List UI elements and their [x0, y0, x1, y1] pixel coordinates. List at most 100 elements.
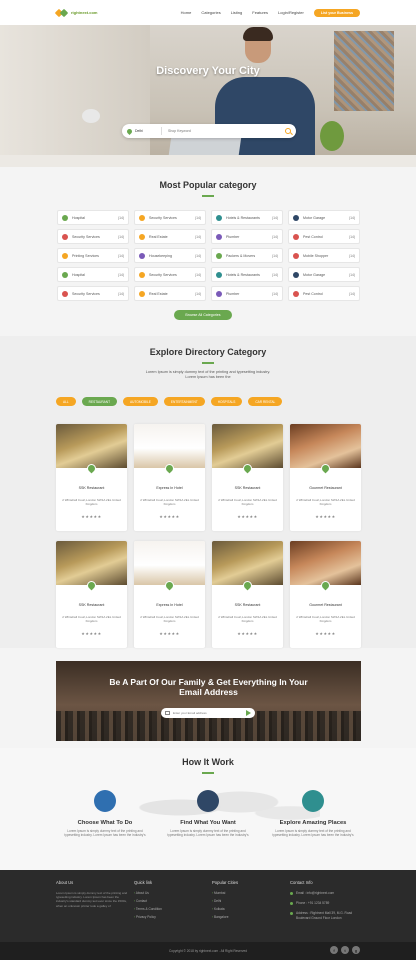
listing-image[interactable] — [134, 541, 205, 585]
footer-city-link[interactable]: Mumbai — [212, 891, 284, 895]
category-icon — [62, 290, 68, 297]
footer-about-text: Lorem Ipsum is simply dummy text of the … — [56, 891, 128, 908]
listing-address: 2 Whitehall Court,London SW1A 2EL United… — [62, 498, 121, 506]
keyword-search-input[interactable] — [168, 129, 285, 133]
nav-listing[interactable]: Listing — [231, 10, 243, 15]
footer-link-terms[interactable]: Terms & Condition — [134, 907, 206, 911]
listing-name[interactable]: SSK Restaurant — [212, 486, 283, 490]
listing-card[interactable]: Express In Hotel 2 Whitehall Court,London… — [134, 424, 205, 531]
category-item[interactable]: Security Services (14) — [57, 286, 129, 301]
listing-card[interactable]: Express In Hotel 2 Whitehall Court,London… — [134, 541, 205, 648]
category-icon — [139, 252, 145, 259]
logo-text: rightnext.com — [71, 10, 98, 15]
category-item[interactable]: Motor Garage (14) — [288, 267, 360, 282]
category-count: (14) — [271, 291, 278, 296]
listing-image[interactable] — [212, 541, 283, 585]
category-item[interactable]: Security Services (14) — [57, 229, 129, 244]
listing-card[interactable]: SSK Restaurant 2 Whitehall Court,London S… — [56, 541, 127, 648]
newsletter-title: Be A Part Of Our Family & Get Everything… — [109, 677, 308, 697]
logo[interactable]: rightnext.com — [54, 7, 98, 19]
twitter-icon[interactable]: t — [341, 946, 349, 954]
listing-card[interactable]: SSK Restaurant 2 Whitehall Court,London S… — [56, 424, 127, 531]
hero-title: Discovery Your City — [156, 65, 260, 77]
footer-city-link[interactable]: Delhi — [212, 899, 284, 903]
listing-image[interactable] — [290, 424, 361, 468]
filter-restaurant[interactable]: RESTAURANT — [81, 397, 118, 406]
newsletter-email-input[interactable] — [173, 711, 246, 715]
listing-name[interactable]: SSK Restaurant — [56, 603, 127, 607]
category-item[interactable]: Security Services (14) — [134, 267, 206, 282]
category-item[interactable]: Pest Control (14) — [288, 229, 360, 244]
category-count: (14) — [194, 234, 201, 239]
footer-phone[interactable]: Phone : +91 1234 5789 — [296, 901, 329, 905]
category-label: Hospital — [72, 215, 85, 220]
facebook-icon[interactable]: f — [330, 946, 338, 954]
listing-image[interactable] — [56, 541, 127, 585]
listing-name[interactable]: SSK Restaurant — [212, 603, 283, 607]
how-step-text: Lorem Ipsum is simply dummy text of the … — [167, 829, 249, 837]
footer-city-link[interactable]: Bangalore — [212, 915, 284, 919]
listing-card[interactable]: Gourmet Restaurant 2 Whitehall Court,Lond… — [290, 541, 361, 648]
list-business-button[interactable]: List your Business — [313, 8, 360, 17]
category-item[interactable]: Security Services (14) — [134, 210, 206, 225]
category-item[interactable]: Plumber (14) — [211, 286, 283, 301]
category-label: Security Services — [72, 234, 100, 239]
listing-card[interactable]: SSK Restaurant 2 Whitehall Court,London S… — [212, 424, 283, 531]
send-icon[interactable] — [246, 710, 251, 716]
footer-link-about[interactable]: About Us — [134, 891, 206, 895]
category-item[interactable]: Mobile Shopper (14) — [288, 248, 360, 263]
google-plus-icon[interactable]: g — [352, 946, 360, 954]
listing-name[interactable]: Express In Hotel — [134, 603, 205, 607]
listing-image[interactable] — [290, 541, 361, 585]
footer-link-privacy[interactable]: Privacy Policy — [134, 915, 206, 919]
listing-address: 2 Whitehall Court,London SW1A 2EL United… — [296, 498, 355, 506]
hero-search-bar: Delhi — [122, 124, 296, 138]
category-item[interactable]: Packers & Movers (14) — [211, 248, 283, 263]
category-item[interactable]: Plumber (14) — [211, 229, 283, 244]
listing-image[interactable] — [56, 424, 127, 468]
footer-email[interactable]: Email : info@rightnext.com — [296, 891, 334, 895]
listing-image[interactable] — [134, 424, 205, 468]
category-item[interactable]: Real Estate (14) — [134, 286, 206, 301]
category-count: (14) — [194, 253, 201, 258]
search-icon[interactable] — [285, 128, 291, 134]
category-item[interactable]: Hotels & Restaurants (14) — [211, 267, 283, 282]
city-select[interactable]: Delhi — [135, 129, 155, 133]
category-label: Security Services — [149, 272, 177, 277]
category-item[interactable]: Housekeeping (14) — [134, 248, 206, 263]
category-label: Hotels & Restaurants — [226, 272, 260, 277]
category-item[interactable]: Hospital (14) — [57, 267, 129, 282]
listing-name[interactable]: Gourmet Restaurant — [290, 486, 361, 490]
category-icon — [62, 214, 68, 221]
category-item[interactable]: Motor Garage (14) — [288, 210, 360, 225]
category-icon — [293, 252, 299, 259]
nav-categories[interactable]: Categories — [201, 10, 220, 15]
listing-card[interactable]: Gourmet Restaurant 2 Whitehall Court,Lond… — [290, 424, 361, 531]
category-item[interactable]: Pest Control (14) — [288, 286, 360, 301]
how-step-2: Find What You Want Lorem Ipsum is simply… — [163, 790, 253, 837]
listing-name[interactable]: SSK Restaurant — [56, 486, 127, 490]
browse-categories-button[interactable]: Browse All Categories — [174, 310, 232, 320]
listing-address: 2 Whitehall Court,London SW1A 2EL United… — [296, 615, 355, 623]
category-item[interactable]: Real Estate (14) — [134, 229, 206, 244]
listing-name[interactable]: Gourmet Restaurant — [290, 603, 361, 607]
listing-image[interactable] — [212, 424, 283, 468]
filter-hospitals[interactable]: HOSPITALS — [210, 397, 243, 406]
filter-automobile[interactable]: AUTOMOBILE — [123, 397, 158, 406]
listing-name[interactable]: Express In Hotel — [134, 486, 205, 490]
category-label: Security Services — [149, 215, 177, 220]
category-icon — [216, 233, 222, 240]
filter-car-rental[interactable]: CAR RENTAL — [248, 397, 283, 406]
listing-card[interactable]: SSK Restaurant 2 Whitehall Court,London S… — [212, 541, 283, 648]
category-item[interactable]: Hotels & Restaurants (14) — [211, 210, 283, 225]
category-item[interactable]: Hospital (14) — [57, 210, 129, 225]
nav-features[interactable]: Features — [252, 10, 268, 15]
category-item[interactable]: Printing Services (14) — [57, 248, 129, 263]
filter-entertainment[interactable]: ENTERTAINMENT — [163, 397, 205, 406]
nav-login-register[interactable]: Login/Register — [278, 10, 304, 15]
nav-home[interactable]: Home — [181, 10, 192, 15]
footer-city-link[interactable]: Kolkata — [212, 907, 284, 911]
category-label: Plumber — [226, 291, 240, 296]
footer-link-contact[interactable]: Contact — [134, 899, 206, 903]
filter-all[interactable]: ALL — [56, 397, 76, 406]
